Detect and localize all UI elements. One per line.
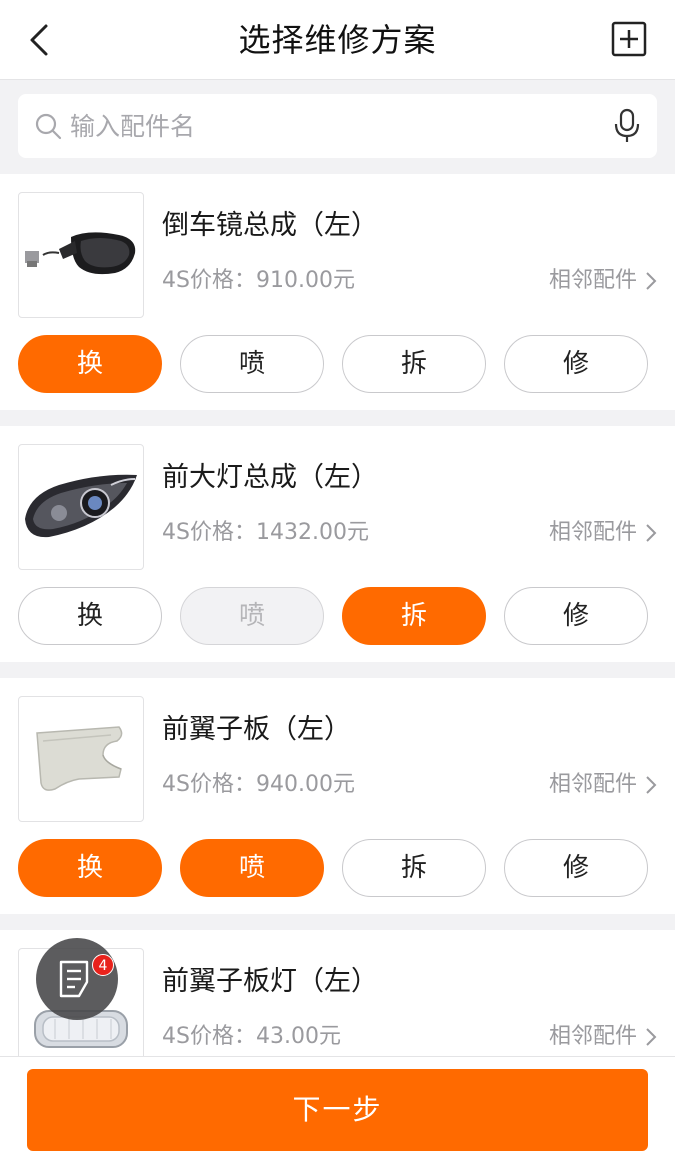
header-bar: 选择维修方案 bbox=[0, 0, 675, 80]
paint-button[interactable]: 喷 bbox=[180, 587, 324, 645]
part-card: 前大灯总成（左） 4S价格：1432.00元 相邻配件 换 喷 拆 修 bbox=[0, 426, 675, 662]
adjacent-parts-link[interactable]: 相邻配件 bbox=[549, 264, 657, 298]
search-icon bbox=[35, 113, 62, 140]
next-step-button[interactable]: 下一步 bbox=[27, 1069, 648, 1151]
repair-button[interactable]: 修 bbox=[504, 335, 648, 393]
adjacent-parts-link[interactable]: 相邻配件 bbox=[549, 1020, 657, 1054]
part-thumbnail[interactable] bbox=[18, 696, 144, 822]
action-buttons: 换 喷 拆 修 bbox=[18, 839, 658, 897]
search-input[interactable] bbox=[70, 104, 590, 148]
count-badge: 4 bbox=[92, 954, 114, 976]
chevron-right-icon bbox=[646, 1028, 657, 1046]
adjacent-parts-label: 相邻配件 bbox=[548, 772, 637, 797]
list-icon bbox=[59, 960, 89, 998]
chevron-right-icon bbox=[646, 776, 657, 794]
footer-bar: 下一步 bbox=[0, 1056, 675, 1164]
adjacent-parts-label: 相邻配件 bbox=[548, 1024, 637, 1049]
repair-plan-screen: 选择维修方案 输入配件名 倒车镜总成（左） 4S价格：910.00元 相邻配件 … bbox=[0, 0, 675, 1164]
chevron-right-icon bbox=[646, 524, 657, 542]
replace-button[interactable]: 换 bbox=[18, 335, 162, 393]
replace-button[interactable]: 换 bbox=[18, 839, 162, 897]
paint-button[interactable]: 喷 bbox=[180, 335, 324, 393]
remove-button[interactable]: 拆 bbox=[342, 839, 486, 897]
part-card: 倒车镜总成（左） 4S价格：910.00元 相邻配件 换 喷 拆 修 bbox=[0, 174, 675, 410]
part-price: 4S价格：910.00元 bbox=[162, 268, 355, 293]
repair-button[interactable]: 修 bbox=[504, 587, 648, 645]
adjacent-parts-label: 相邻配件 bbox=[548, 520, 637, 545]
remove-button[interactable]: 拆 bbox=[342, 587, 486, 645]
search-area bbox=[0, 81, 675, 173]
page-title: 选择维修方案 bbox=[238, 21, 437, 59]
part-price: 4S价格：43.00元 bbox=[162, 1024, 341, 1049]
part-card: 前翼子板（左） 4S价格：940.00元 相邻配件 换 喷 拆 修 bbox=[0, 678, 675, 914]
replace-button[interactable]: 换 bbox=[18, 587, 162, 645]
part-name: 前翼子板灯（左） bbox=[162, 966, 378, 997]
part-thumbnail[interactable] bbox=[18, 192, 144, 318]
part-name: 前翼子板（左） bbox=[162, 714, 351, 745]
part-price: 4S价格：940.00元 bbox=[162, 772, 355, 797]
selected-list-button[interactable]: 4 bbox=[36, 938, 118, 1020]
part-name: 前大灯总成（左） bbox=[162, 462, 378, 493]
repair-button[interactable]: 修 bbox=[504, 839, 648, 897]
part-thumbnail[interactable] bbox=[18, 444, 144, 570]
remove-button[interactable]: 拆 bbox=[342, 335, 486, 393]
adjacent-parts-link[interactable]: 相邻配件 bbox=[549, 516, 657, 550]
adjacent-parts-label: 相邻配件 bbox=[548, 268, 637, 293]
add-square-icon[interactable] bbox=[611, 21, 647, 57]
adjacent-parts-link[interactable]: 相邻配件 bbox=[549, 768, 657, 802]
action-buttons: 换 喷 拆 修 bbox=[18, 587, 658, 645]
microphone-icon[interactable] bbox=[613, 108, 641, 144]
headlight-image bbox=[25, 474, 137, 538]
fender-image bbox=[36, 726, 123, 791]
side-mirror-image bbox=[25, 232, 136, 275]
action-buttons: 换 喷 拆 修 bbox=[18, 335, 658, 393]
chevron-right-icon bbox=[646, 272, 657, 290]
part-name: 倒车镜总成（左） bbox=[162, 210, 378, 241]
part-price: 4S价格：1432.00元 bbox=[162, 520, 369, 545]
paint-button[interactable]: 喷 bbox=[180, 839, 324, 897]
search-box[interactable] bbox=[18, 94, 657, 158]
